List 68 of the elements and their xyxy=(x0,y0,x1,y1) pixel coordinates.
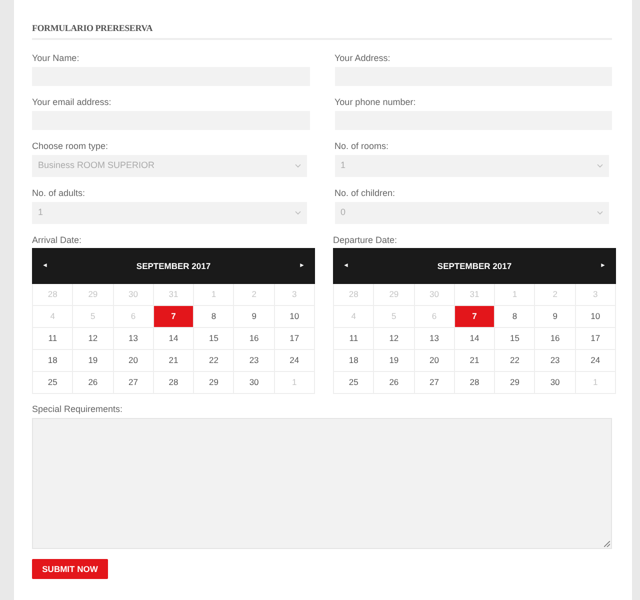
calendar-day[interactable]: 17 xyxy=(576,328,616,350)
calendar-day[interactable]: 26 xyxy=(374,372,415,394)
calendar-day[interactable]: 11 xyxy=(33,328,74,350)
calendar-day[interactable]: 22 xyxy=(194,350,234,372)
calendar-day[interactable]: 25 xyxy=(334,372,374,394)
calendar-day[interactable]: 8 xyxy=(194,306,234,328)
calendar-day[interactable]: 9 xyxy=(535,306,576,328)
calendar-day[interactable]: 20 xyxy=(114,350,154,372)
calendar-day[interactable]: 27 xyxy=(414,372,455,394)
calendar-day[interactable]: 14 xyxy=(154,328,194,350)
form-title: FORMULARIO PRERESERVA xyxy=(32,22,154,34)
calendar-day[interactable]: 23 xyxy=(234,350,275,372)
calendar-day[interactable]: 16 xyxy=(535,328,576,350)
calendar-day[interactable]: 18 xyxy=(334,350,374,372)
chevron-down-icon xyxy=(294,164,300,168)
field-label: Your Address: xyxy=(334,52,392,64)
field-label: No. of rooms: xyxy=(334,140,390,152)
calendar-day[interactable]: 29 xyxy=(194,372,234,394)
calendar-day[interactable]: 27 xyxy=(114,372,154,394)
calendar-day[interactable]: 13 xyxy=(414,328,455,350)
month-title: SEPTEMBER 2017 xyxy=(437,260,512,272)
calendar-day[interactable]: 11 xyxy=(334,328,374,350)
calendar-day[interactable]: 22 xyxy=(495,350,536,372)
calendar-day[interactable]: 18 xyxy=(33,350,74,372)
calendar-day[interactable]: 15 xyxy=(194,328,234,350)
calendar-day[interactable]: 12 xyxy=(374,328,415,350)
calendar-day[interactable]: 23 xyxy=(535,350,576,372)
submit-button[interactable]: SUBMIT NOW xyxy=(32,559,108,579)
calendar-day[interactable]: 26 xyxy=(73,372,114,394)
calendar-day[interactable]: 12 xyxy=(73,328,114,350)
calendar-day[interactable]: 16 xyxy=(234,328,275,350)
field-label: No. of adults: xyxy=(32,187,86,199)
field-label: Special Requirements: xyxy=(32,403,124,415)
calendar-day[interactable]: 21 xyxy=(454,350,496,372)
chevron-down-icon xyxy=(597,211,603,215)
calendar-day[interactable]: 10 xyxy=(274,306,315,328)
resize-handle-icon[interactable] xyxy=(604,541,610,547)
month-title: SEPTEMBER 2017 xyxy=(136,260,211,272)
calendar-day[interactable]: 13 xyxy=(114,328,154,350)
field-label: Your Name: xyxy=(32,52,80,64)
field-label: Choose room type: xyxy=(32,140,110,152)
chevron-down-icon xyxy=(597,164,603,168)
calendar-day[interactable]: 24 xyxy=(274,350,315,372)
calendar-day[interactable]: 8 xyxy=(495,306,536,328)
calendar-day[interactable]: 30 xyxy=(535,372,576,394)
calendar-day[interactable]: 30 xyxy=(234,372,275,394)
calendar-day[interactable]: 28 xyxy=(454,372,496,394)
calendar-day[interactable]: 19 xyxy=(73,350,114,372)
calendar-day[interactable]: 20 xyxy=(414,350,455,372)
field-label: Your email address: xyxy=(32,96,112,108)
field-label: Departure Date: xyxy=(333,234,398,246)
field-label: Arrival Date: xyxy=(32,234,83,246)
field-label: Your phone number: xyxy=(334,96,417,108)
calendar-day[interactable]: 9 xyxy=(234,306,275,328)
chevron-down-icon xyxy=(294,211,300,215)
calendar-day[interactable]: 28 xyxy=(154,372,194,394)
calendar-day[interactable]: 10 xyxy=(576,306,616,328)
calendar-day[interactable]: 19 xyxy=(374,350,415,372)
calendar-day[interactable]: 7 xyxy=(154,306,194,328)
calendar-day[interactable]: 25 xyxy=(33,372,74,394)
calendar-day[interactable]: 24 xyxy=(576,350,616,372)
field-label: No. of children: xyxy=(334,187,396,199)
calendar-day[interactable]: 29 xyxy=(495,372,536,394)
calendar-day[interactable]: 14 xyxy=(454,328,496,350)
calendar-day[interactable]: 17 xyxy=(274,328,315,350)
calendar-day[interactable]: 7 xyxy=(454,306,496,328)
calendar-day[interactable]: 15 xyxy=(495,328,536,350)
calendar-day[interactable]: 21 xyxy=(154,350,194,372)
